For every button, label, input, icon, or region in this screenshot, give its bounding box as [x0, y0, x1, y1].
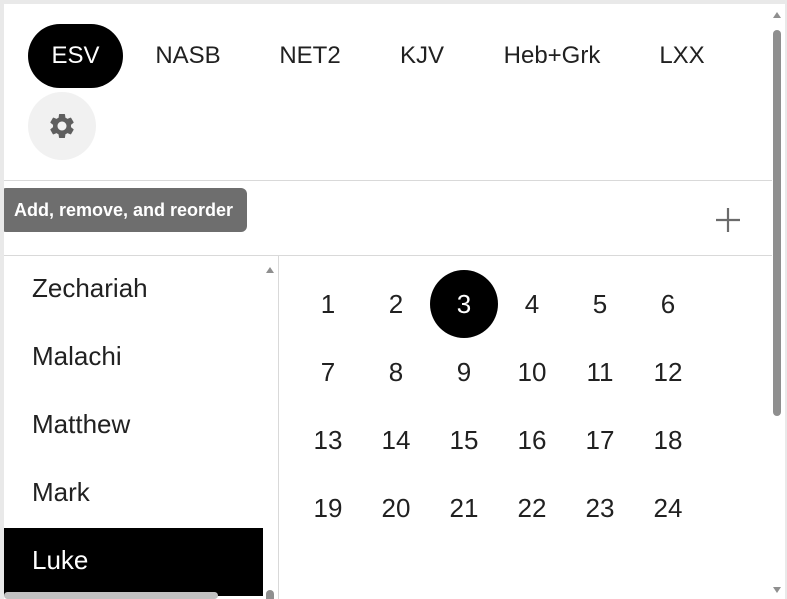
book-item-malachi[interactable]: Malachi: [4, 324, 263, 392]
horizontal-scrollbar-thumb[interactable]: [4, 592, 218, 599]
tooltip: Add, remove, and reorder: [4, 188, 248, 232]
settings-button[interactable]: [28, 92, 96, 160]
chapter-23[interactable]: 23: [566, 474, 634, 542]
main-scrollbar[interactable]: [769, 4, 785, 599]
chapter-14[interactable]: 14: [362, 406, 430, 474]
gear-icon: [47, 111, 77, 141]
chapter-20[interactable]: 20: [362, 474, 430, 542]
scroll-up-arrow-icon[interactable]: [773, 12, 781, 18]
book-item-zechariah[interactable]: Zechariah: [4, 256, 263, 324]
chapter-3[interactable]: 3: [430, 270, 498, 338]
tab-heb-grk[interactable]: Heb+Grk: [488, 24, 616, 88]
chapter-1[interactable]: 1: [294, 270, 362, 338]
book-item-mark[interactable]: Mark: [4, 460, 263, 528]
chapter-4[interactable]: 4: [498, 270, 566, 338]
scrollbar-thumb[interactable]: [266, 590, 274, 599]
chapter-13[interactable]: 13: [294, 406, 362, 474]
chapter-10[interactable]: 10: [498, 338, 566, 406]
chapter-grid: 1 2 3 4 5 6 7 8 9 10 11 12 13 14 15 16 1…: [294, 270, 714, 542]
chapter-6[interactable]: 6: [634, 270, 702, 338]
chapter-5[interactable]: 5: [566, 270, 634, 338]
scroll-up-arrow-icon[interactable]: [266, 267, 274, 273]
chapter-16[interactable]: 16: [498, 406, 566, 474]
chapter-7[interactable]: 7: [294, 338, 362, 406]
tab-lxx[interactable]: LXX: [644, 24, 720, 88]
tab-nasb[interactable]: NASB: [140, 24, 236, 88]
scrollbar-thumb[interactable]: [773, 30, 781, 416]
chapter-19[interactable]: 19: [294, 474, 362, 542]
book-item-matthew[interactable]: Matthew: [4, 392, 263, 460]
scroll-down-arrow-icon[interactable]: [773, 587, 781, 593]
chapter-8[interactable]: 8: [362, 338, 430, 406]
plus-icon: [715, 207, 741, 233]
chapter-11[interactable]: 11: [566, 338, 634, 406]
divider: [4, 180, 772, 181]
tab-esv[interactable]: ESV: [28, 24, 123, 88]
book-list: Zechariah Malachi Matthew Mark Luke: [4, 256, 263, 599]
chapter-22[interactable]: 22: [498, 474, 566, 542]
book-list-scrollbar[interactable]: [263, 256, 278, 599]
tab-net2[interactable]: NET2: [264, 24, 356, 88]
chapter-9[interactable]: 9: [430, 338, 498, 406]
chapter-15[interactable]: 15: [430, 406, 498, 474]
chapter-2[interactable]: 2: [362, 270, 430, 338]
book-item-luke[interactable]: Luke: [4, 528, 263, 596]
chapter-21[interactable]: 21: [430, 474, 498, 542]
tab-kjv[interactable]: KJV: [384, 24, 460, 88]
add-parallel-button[interactable]: [706, 198, 750, 242]
bible-navigator-panel: ESV NASB NET2 KJV Heb+Grk LXX Add, remov…: [4, 4, 785, 599]
chapter-12[interactable]: 12: [634, 338, 702, 406]
chapter-18[interactable]: 18: [634, 406, 702, 474]
divider: [278, 256, 279, 599]
chapter-24[interactable]: 24: [634, 474, 702, 542]
chapter-17[interactable]: 17: [566, 406, 634, 474]
